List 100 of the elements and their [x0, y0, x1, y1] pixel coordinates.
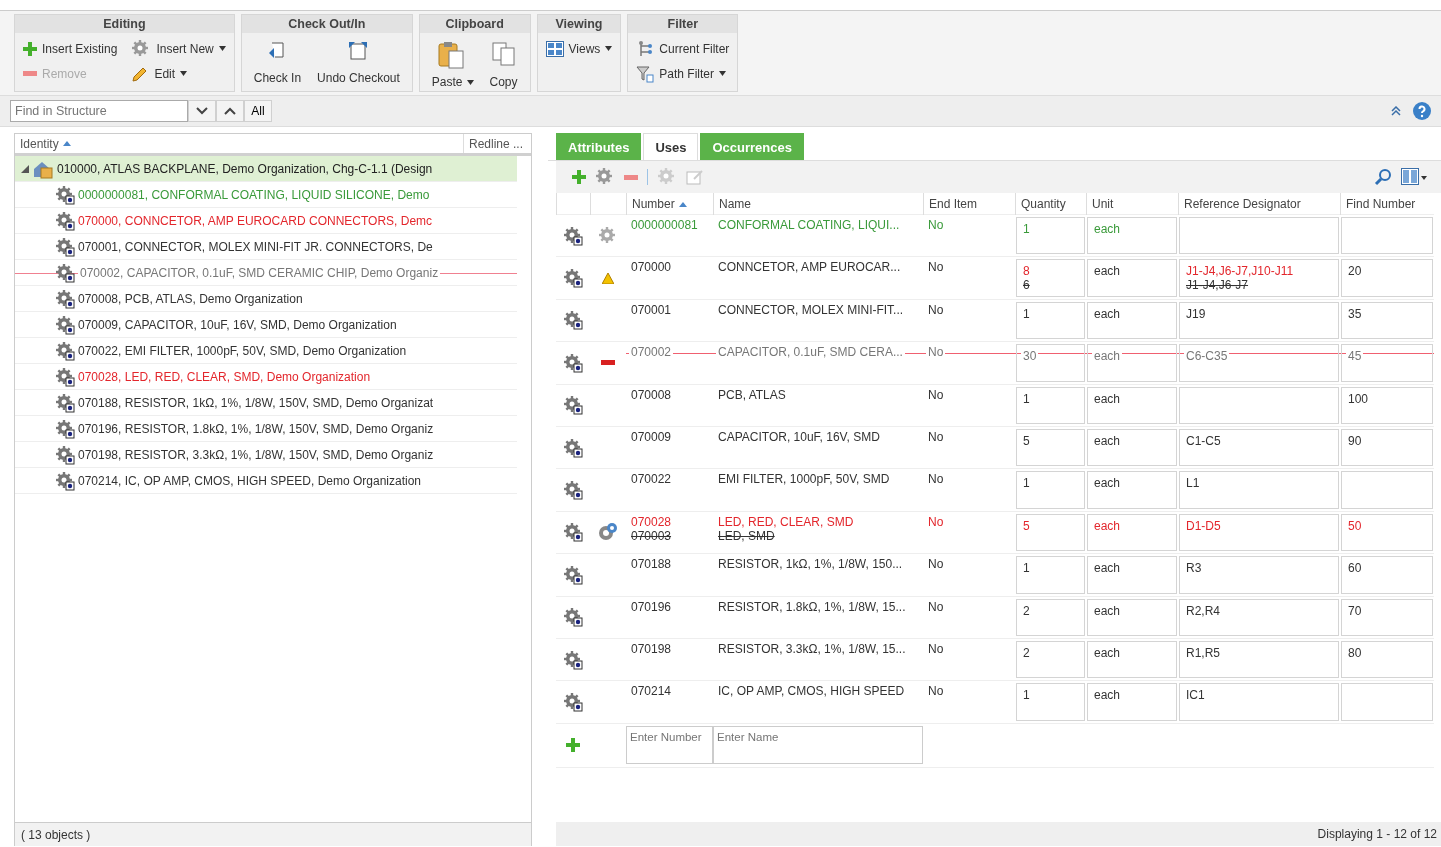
table-cell: L1	[1186, 476, 1200, 491]
toolbar-button[interactable]: Insert New	[129, 38, 228, 59]
table-cell: CAPACITOR, 0.1uF, SMD CERA...	[716, 345, 905, 360]
search-icon[interactable]	[1374, 168, 1392, 186]
table-cell: R1,R5	[1186, 645, 1220, 660]
toolbar-button[interactable]: Edit	[129, 64, 228, 83]
toolbar-button[interactable]: Paste	[427, 35, 478, 93]
undo-checkout-icon	[348, 41, 369, 61]
table-cell: RESISTOR, 1kΩ, 1%, 1/8W, 150...	[718, 557, 903, 572]
table-cell: 0000000081	[631, 218, 698, 232]
column-header[interactable]: Redline ...	[463, 134, 531, 153]
table-cell: each	[1094, 433, 1121, 448]
toolbar-button[interactable]: Copy	[485, 35, 522, 93]
toolbar-button[interactable]: Current Filter	[634, 39, 732, 58]
add-icon[interactable]	[572, 170, 586, 184]
table-cell: LED, RED, CLEAR, SMD	[718, 514, 854, 529]
sort-icon	[678, 201, 687, 207]
toolbar-button[interactable]: Views	[543, 40, 615, 57]
table-cell: No	[928, 514, 944, 529]
table-cell: 35	[1348, 306, 1362, 321]
table-cell: 70	[1348, 603, 1362, 618]
paging-status: Displaying 1 - 12 of 12	[556, 822, 1441, 846]
column-header[interactable]: Number	[626, 193, 713, 215]
part-icon	[55, 262, 75, 283]
table-cell: 1	[1023, 306, 1030, 321]
part-icon	[55, 392, 75, 413]
previous-button[interactable]	[216, 100, 244, 122]
column-header[interactable]: Name	[713, 193, 923, 215]
column-header[interactable]: Find Number	[1340, 193, 1434, 215]
tree-icon	[636, 39, 655, 58]
number-field[interactable]: Enter Number	[626, 725, 713, 764]
help-icon[interactable]	[1413, 102, 1431, 120]
table-cell: 070214	[631, 684, 672, 699]
table-cell: IC, OP AMP, CMOS, HIGH SPEED	[718, 684, 905, 699]
toolbar-button[interactable]: Path Filter	[634, 64, 732, 83]
part-icon	[563, 352, 583, 373]
column-header[interactable]: Identity	[15, 134, 463, 153]
part-icon	[55, 444, 75, 465]
part-icon	[563, 310, 583, 331]
toolbar-button[interactable]: Insert Existing	[21, 41, 120, 56]
table-cell: C1-C5	[1186, 433, 1221, 448]
add-icon[interactable]	[566, 738, 580, 753]
table-cell: 5	[1023, 518, 1030, 533]
tab[interactable]: Uses	[643, 133, 699, 160]
columns-icon[interactable]	[1401, 168, 1427, 186]
column-header[interactable]: Unit	[1086, 193, 1178, 215]
part-icon	[563, 607, 583, 628]
part-icon	[563, 395, 583, 416]
table-cell: 1	[1023, 688, 1030, 703]
part-icon	[55, 236, 75, 257]
minus-icon	[601, 360, 615, 366]
table-cell: RESISTOR, 1.8kΩ, 1%, 1/8W, 15...	[718, 599, 906, 614]
table-cell: 60	[1348, 561, 1362, 576]
table-cell: No	[928, 472, 944, 487]
table-cell: No	[928, 599, 944, 614]
table-cell: R3	[1186, 561, 1202, 576]
collapse-icon[interactable]	[1391, 106, 1401, 116]
table-cell: J1-J4,J6-J7,J10-J11	[1186, 264, 1294, 279]
expanded-icon[interactable]	[21, 164, 29, 173]
part-icon	[55, 470, 75, 491]
all-button[interactable]: All	[244, 100, 272, 122]
object-count: ( 13 objects )	[15, 822, 531, 846]
next-button[interactable]	[188, 100, 216, 122]
column-header[interactable]: Reference Designator	[1178, 193, 1340, 215]
part-icon	[55, 210, 75, 231]
table-cell: 2	[1023, 645, 1030, 660]
table-cell: J19	[1186, 306, 1206, 321]
part-icon	[563, 268, 583, 289]
part-icon	[563, 564, 583, 585]
part-icon	[55, 340, 75, 361]
part-icon	[563, 225, 583, 246]
table-cell: CONNECTOR, MOLEX MINI-FIT...	[718, 302, 904, 317]
find-field[interactable]: Find in Structure	[10, 100, 188, 122]
column-header[interactable]: End Item	[923, 193, 1015, 215]
table-cell: each	[1094, 306, 1121, 321]
table-cell: each	[1094, 264, 1121, 279]
part-icon	[563, 480, 583, 501]
chevron-down-icon	[196, 107, 208, 115]
table-cell: No	[928, 387, 944, 402]
name-field[interactable]: Enter Name	[713, 725, 923, 764]
copy-icon	[490, 41, 517, 67]
table-cell: No	[928, 429, 944, 444]
toolbar-button[interactable]: Undo Checkout	[313, 35, 404, 89]
part-icon	[563, 649, 583, 670]
table-cell: 20	[1348, 264, 1362, 279]
toolbar-button[interactable]: Check In	[249, 35, 306, 89]
part-icon	[55, 288, 75, 309]
gear-icon[interactable]	[595, 167, 615, 187]
column-header[interactable]: Quantity	[1015, 193, 1086, 215]
table-cell: 070022	[631, 472, 672, 487]
table-cell: 1	[1023, 561, 1030, 576]
table-cell: each	[1094, 561, 1121, 576]
remove-icon[interactable]	[624, 174, 638, 180]
part-icon	[55, 366, 75, 387]
tree-item[interactable]: 010000, ATLAS BACKPLANE, Demo Organization, Chg-C-1.1 (Design	[15, 156, 517, 182]
table-cell: 8	[1023, 264, 1030, 279]
table-cell: each	[1094, 391, 1121, 406]
group-title: Clipboard	[419, 15, 530, 33]
group-title: Filter	[628, 15, 738, 33]
table-cell: 070198	[631, 641, 672, 656]
